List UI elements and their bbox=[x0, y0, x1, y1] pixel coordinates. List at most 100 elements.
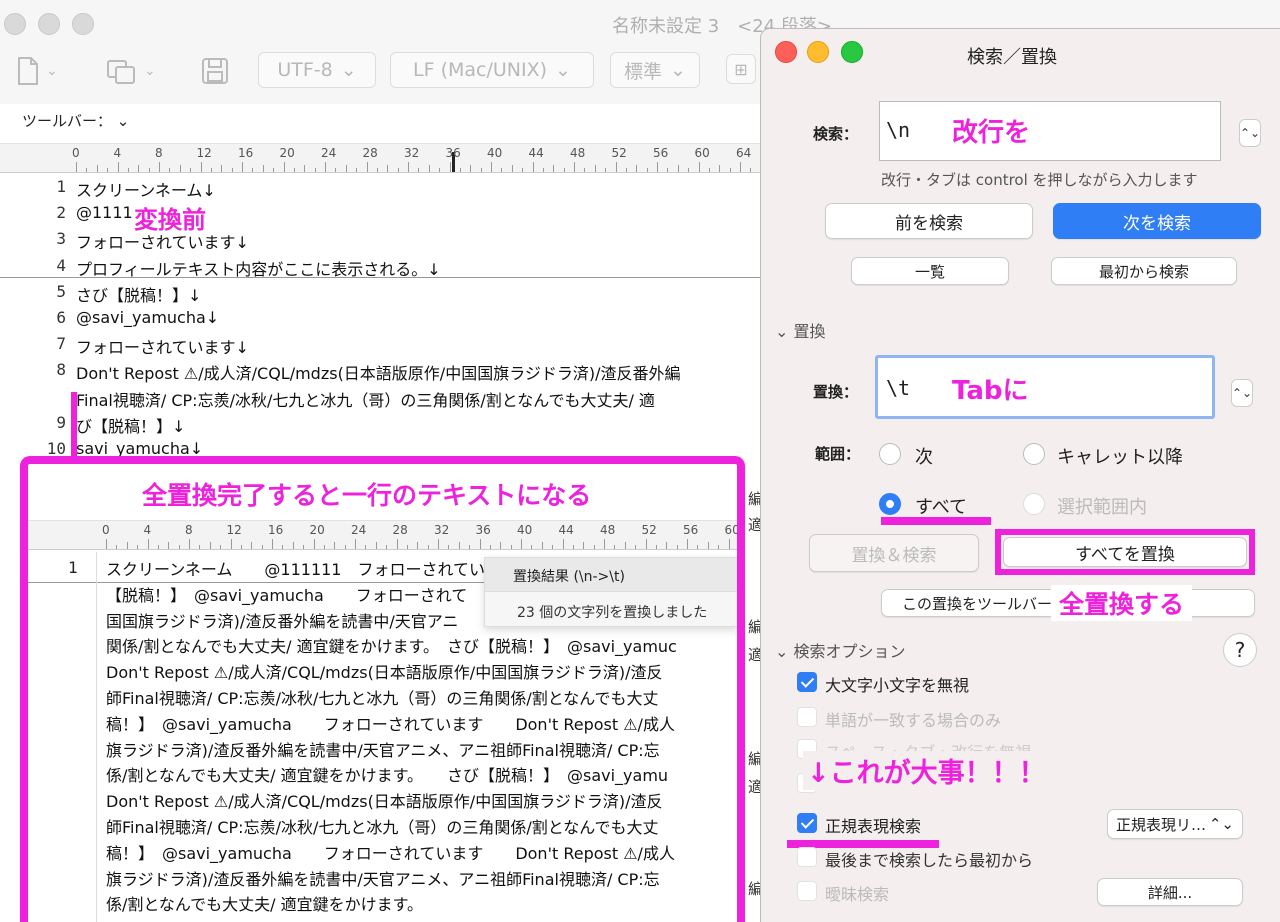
find-next-button[interactable]: 次を検索 bbox=[1053, 203, 1261, 239]
ruler-tick-label: 20 bbox=[309, 523, 325, 537]
ruler-tick bbox=[221, 165, 223, 172]
ruler-tick bbox=[292, 542, 294, 549]
help-button[interactable]: ? bbox=[1223, 633, 1257, 667]
find-from-start-button[interactable]: 最初から検索 bbox=[1051, 257, 1237, 285]
replace-history-button[interactable]: ⌃⌄ bbox=[1231, 379, 1253, 407]
zoom-window-button[interactable] bbox=[72, 13, 94, 35]
ruler-tick bbox=[572, 545, 574, 549]
fuzzy-checkbox[interactable] bbox=[797, 881, 817, 901]
list-button[interactable]: 一覧 bbox=[851, 257, 1009, 285]
ruler-tick bbox=[542, 168, 544, 172]
panel-toggle-button[interactable]: ⊞ bbox=[726, 54, 756, 84]
ruler-tick bbox=[282, 545, 284, 549]
popup-message: 23 個の文字列を置換しました bbox=[517, 605, 708, 621]
ruler-tick bbox=[593, 545, 595, 549]
save-button[interactable] bbox=[200, 56, 232, 86]
style-select[interactable]: 標準 ⌄ bbox=[610, 52, 700, 88]
ruler-tick bbox=[397, 168, 399, 172]
find-previous-button[interactable]: 前を検索 bbox=[825, 203, 1033, 239]
ruler-tick bbox=[261, 545, 263, 549]
fuzzy-label: 曖昧検索 bbox=[825, 885, 890, 904]
ruler-tick bbox=[106, 539, 107, 549]
range-all-radio[interactable] bbox=[879, 493, 901, 515]
whole-word-checkbox[interactable] bbox=[797, 707, 817, 727]
find-history-button[interactable]: ⌃⌄ bbox=[1239, 119, 1261, 147]
ruler-tick bbox=[86, 168, 88, 172]
ruler-tick bbox=[231, 168, 233, 172]
ruler-tick bbox=[157, 545, 159, 549]
ruler-tick bbox=[418, 168, 420, 172]
ruler-tick-label: 28 bbox=[392, 523, 408, 537]
ruler-tick bbox=[605, 168, 607, 172]
ruler-tick bbox=[148, 168, 150, 172]
wrap-around-checkbox[interactable] bbox=[797, 847, 817, 867]
range-selection-radio[interactable] bbox=[1023, 493, 1045, 515]
range-selection-label: 選択範囲内 bbox=[1057, 497, 1147, 518]
ruler-tick bbox=[314, 168, 316, 172]
important-annotation: ↓これが大事！！！ bbox=[803, 751, 1050, 790]
replace-and-find-button[interactable]: 置換＆検索 bbox=[809, 534, 979, 572]
wrap-around-label: 最後まで検索したら最初から bbox=[825, 851, 1034, 870]
replace-label: 置換： bbox=[813, 383, 859, 401]
options-section-toggle[interactable]: ⌄ 検索オプション bbox=[775, 638, 906, 662]
ruler-tick bbox=[469, 545, 471, 549]
duplicate-button[interactable]: ⌄ bbox=[106, 54, 164, 88]
encoding-select[interactable]: UTF-8 ⌄ bbox=[258, 52, 376, 88]
ruler-tick bbox=[323, 545, 325, 549]
ruler-tick bbox=[376, 168, 378, 172]
ruler-tick bbox=[687, 539, 688, 549]
close-window-button[interactable] bbox=[4, 13, 26, 35]
replace-all-button[interactable]: すべてを置換 bbox=[1003, 537, 1247, 567]
details-button[interactable]: 詳細... bbox=[1097, 878, 1243, 906]
ruler-tick bbox=[356, 168, 358, 172]
ruler-tick bbox=[178, 545, 180, 549]
ruler-tick-label: 4 bbox=[143, 523, 152, 537]
ignore-case-checkbox[interactable] bbox=[797, 672, 817, 692]
minimize-window-button[interactable] bbox=[38, 13, 60, 35]
ruler-tick-label: 48 bbox=[600, 523, 616, 537]
ruler-tick bbox=[189, 539, 190, 549]
new-document-button[interactable]: ⌄ bbox=[16, 54, 72, 88]
ruler-tick bbox=[325, 162, 326, 172]
minimize-panel-button[interactable] bbox=[807, 41, 829, 63]
ruler-tick bbox=[304, 165, 306, 172]
range-after-caret-radio[interactable] bbox=[1023, 443, 1045, 465]
ruler-tick bbox=[594, 165, 596, 172]
ruler-tick bbox=[345, 165, 347, 172]
ruler-tick-label: 16 bbox=[268, 523, 284, 537]
line-number: 5 bbox=[56, 281, 66, 301]
ruler-tick-label: 36 bbox=[445, 146, 461, 160]
ruler-tick bbox=[230, 539, 232, 549]
close-panel-button[interactable] bbox=[775, 41, 797, 63]
ruler-tick-label: 32 bbox=[404, 146, 420, 160]
ruler-tick bbox=[96, 165, 98, 172]
ruler-tick bbox=[344, 545, 346, 549]
zoom-panel-button[interactable] bbox=[841, 41, 863, 63]
find-replace-panel: 検索／置換 検索： \n 改行を ⌃⌄ 改行・タブは control を押しなが… bbox=[760, 28, 1280, 922]
replace-value: \t bbox=[886, 376, 911, 400]
ruler-tick-label: 40 bbox=[517, 523, 533, 537]
ruler-tick bbox=[449, 162, 451, 172]
annotation-before: 変換前 bbox=[134, 206, 206, 234]
find-input[interactable]: \n 改行を bbox=[879, 101, 1221, 161]
ruler-tick bbox=[615, 162, 617, 172]
ruler-tick bbox=[728, 539, 730, 549]
ruler-tick bbox=[117, 162, 119, 172]
toolbar-customize[interactable]: ツールバー： ⌄ bbox=[22, 110, 129, 131]
editor-line: フォローされています↓ bbox=[76, 338, 249, 358]
ruler-tick-label: 24 bbox=[351, 523, 367, 537]
line-ending-select[interactable]: LF (Mac/UNIX) ⌄ bbox=[390, 52, 594, 88]
regex-checkbox[interactable] bbox=[797, 813, 817, 833]
result-line: 係/割となんでも大丈夫/ 適宜鍵をかけます。 bbox=[106, 895, 423, 915]
ruler-tick bbox=[688, 168, 690, 172]
regex-syntax-select[interactable]: 正規表現リ… ⌃⌄ bbox=[1107, 809, 1243, 839]
replace-section-toggle[interactable]: ⌄ 置換 bbox=[775, 318, 826, 342]
ruler-tick bbox=[667, 168, 669, 172]
ruler-tick-label: 0 bbox=[102, 523, 110, 537]
replace-input[interactable]: \t Tabに bbox=[875, 355, 1215, 419]
result-line: 旗ラジドラ済)/渣反番外編を読書中/天官アニメ、アニ祖師Final視聴済/ CP… bbox=[106, 740, 660, 760]
ruler-tick bbox=[159, 162, 160, 172]
ruler-tick bbox=[562, 539, 564, 549]
ruler-tick bbox=[199, 545, 201, 549]
range-next-radio[interactable] bbox=[879, 443, 901, 465]
